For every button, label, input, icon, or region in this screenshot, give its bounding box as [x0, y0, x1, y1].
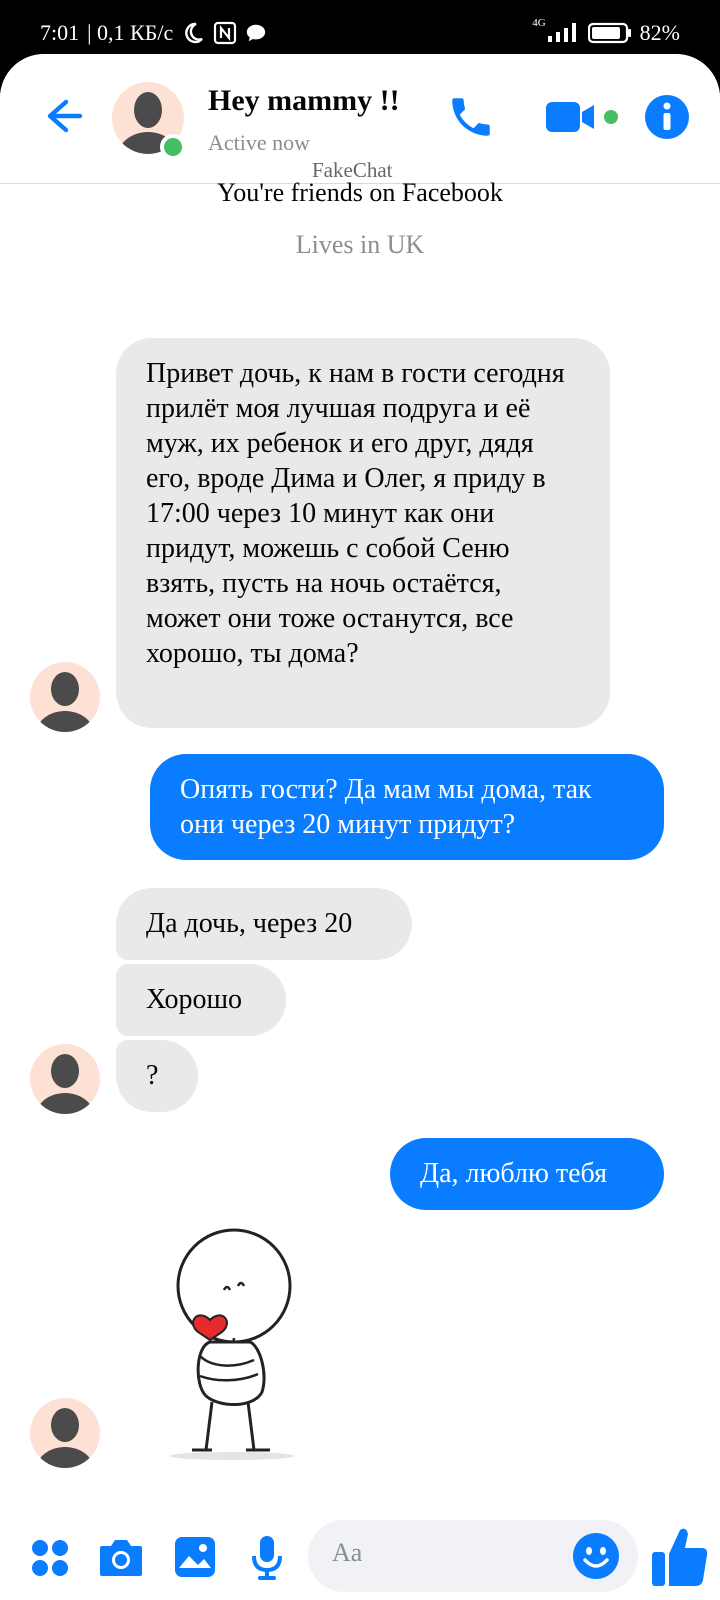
message-incoming[interactable]: ?	[116, 1040, 198, 1112]
message-incoming[interactable]: Да дочь, через 20	[116, 888, 412, 960]
phone-icon[interactable]	[446, 92, 496, 142]
status-left: 7:01 | 0,1 КБ/с	[40, 20, 267, 46]
messenger-screen: Hey mammy !! Active now FakeChat You're …	[0, 54, 720, 1600]
message-text: Опять гости? Да мам мы дома, так они чер…	[180, 774, 592, 840]
battery-level: 82%	[639, 20, 680, 45]
friends-status: You're friends on Facebook	[217, 178, 503, 207]
message-composer: Aa	[0, 1514, 720, 1600]
signal-icon	[547, 23, 576, 42]
message-text: ?	[146, 1060, 159, 1091]
gallery-icon[interactable]	[174, 1536, 216, 1578]
camera-icon[interactable]	[98, 1536, 144, 1578]
microphone-icon[interactable]	[250, 1534, 284, 1582]
contact-name[interactable]: Hey mammy !!	[208, 84, 400, 118]
thumbs-up-icon[interactable]	[650, 1524, 710, 1590]
message-outgoing[interactable]: Опять гости? Да мам мы дома, так они чер…	[150, 754, 664, 860]
info-icon[interactable]	[644, 94, 690, 140]
message-incoming[interactable]: Хорошо	[116, 964, 286, 1036]
contact-avatar-small	[30, 1398, 100, 1468]
heart-sticker[interactable]	[150, 1224, 310, 1464]
moon-icon	[185, 22, 204, 44]
message-text: Да, люблю тебя	[420, 1158, 607, 1189]
location-info: Lives in UK	[295, 230, 425, 259]
chat-notification-icon	[247, 24, 266, 42]
message-text: Да дочь, через 20	[146, 908, 353, 939]
message-incoming[interactable]: Привет дочь, к нам в гости сегодня прилё…	[116, 338, 610, 728]
message-text: Привет дочь, к нам в гости сегодня прилё…	[146, 358, 565, 669]
status-time: 7:01	[40, 20, 80, 45]
message-text: Хорошо	[146, 984, 243, 1015]
nfc-icon	[214, 21, 237, 45]
battery-icon	[587, 22, 631, 44]
back-arrow-icon[interactable]	[40, 94, 84, 138]
menu-grid-icon[interactable]	[30, 1538, 70, 1578]
presence-status: Active now	[208, 130, 311, 155]
video-active-dot	[604, 110, 618, 124]
status-right: 4G 82%	[532, 17, 680, 46]
message-input[interactable]: Aa	[308, 1520, 638, 1592]
contact-avatar-small	[30, 662, 100, 732]
chat-header: Hey mammy !! Active now FakeChat	[0, 54, 720, 184]
message-input-placeholder: Aa	[332, 1538, 363, 1567]
online-indicator	[160, 134, 186, 160]
network-type: 4G	[532, 17, 546, 29]
status-speed: | 0,1 КБ/с	[87, 20, 174, 45]
video-camera-icon[interactable]	[544, 96, 600, 138]
status-bar: 7:01 | 0,1 КБ/с 4G 82%	[0, 0, 720, 60]
message-outgoing[interactable]: Да, люблю тебя	[390, 1138, 664, 1210]
emoji-icon[interactable]	[572, 1532, 620, 1580]
contact-avatar-small	[30, 1044, 100, 1114]
